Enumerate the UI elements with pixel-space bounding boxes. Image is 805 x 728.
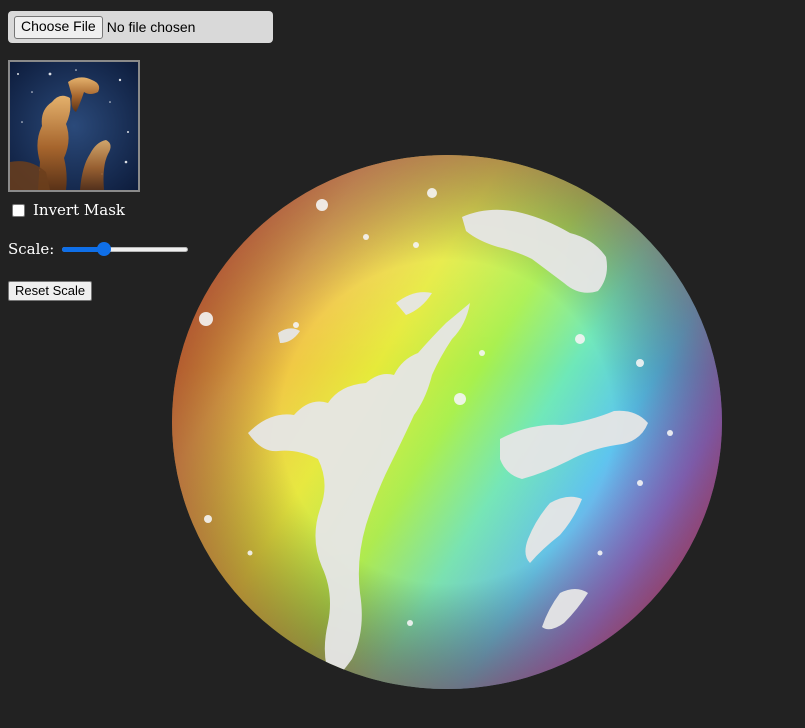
output-canvas	[170, 153, 724, 695]
nebula-thumbnail-image	[10, 62, 138, 190]
invert-mask-label: Invert Mask	[33, 201, 125, 219]
file-input[interactable]: Choose File No file chosen	[8, 11, 273, 43]
scale-slider-thumb[interactable]	[97, 242, 112, 256]
source-image-thumbnail	[8, 60, 140, 192]
invert-mask-checkbox[interactable]	[12, 203, 25, 217]
invert-mask-control[interactable]: Invert Mask	[12, 201, 125, 219]
scale-control: Scale:	[8, 240, 190, 258]
reset-scale-button[interactable]: Reset Scale	[8, 281, 93, 301]
choose-file-button[interactable]: Choose File	[14, 15, 103, 39]
masked-gradient-sphere	[172, 155, 722, 689]
file-status-text: No file chosen	[106, 19, 196, 35]
scale-label: Scale:	[8, 240, 55, 258]
